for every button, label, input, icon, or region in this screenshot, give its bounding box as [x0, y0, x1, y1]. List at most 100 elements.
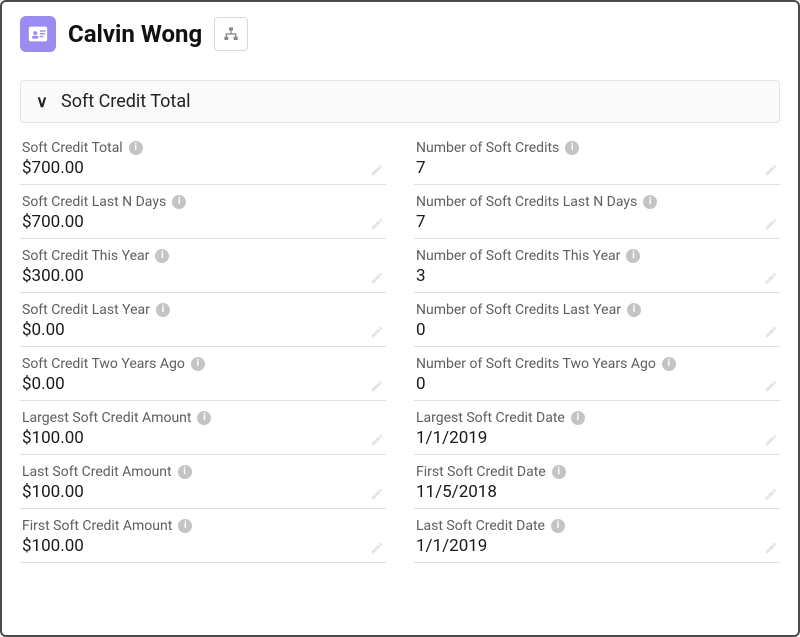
- detail-field: Number of Soft Credits Two Years Ago i 0: [414, 347, 780, 401]
- field-label: First Soft Credit Date: [416, 464, 546, 480]
- field-label-row: Last Soft Credit Datei: [416, 518, 778, 534]
- info-icon[interactable]: i: [178, 519, 192, 533]
- field-label: Soft Credit Last Year: [22, 302, 150, 318]
- info-icon[interactable]: i: [565, 141, 579, 155]
- field-label-row: Largest Soft Credit Date i: [416, 410, 778, 426]
- record-name: Calvin Wong: [68, 20, 202, 48]
- field-label: Number of Soft Credits Two Years Ago: [416, 356, 656, 372]
- detail-field: First Soft Credit Datei11/5/2018: [414, 455, 780, 509]
- info-icon[interactable]: i: [662, 357, 676, 371]
- field-value: $0.00: [22, 320, 384, 340]
- detail-field: Number of Soft Credits This Yeari3: [414, 239, 780, 293]
- pencil-icon[interactable]: [370, 486, 384, 500]
- info-icon[interactable]: i: [129, 141, 143, 155]
- hierarchy-button[interactable]: [214, 17, 248, 51]
- pencil-icon[interactable]: [370, 540, 384, 554]
- chevron-down-icon: ∨: [33, 92, 51, 111]
- detail-field: Largest Soft Credit Date i 1/1/2019: [414, 401, 780, 455]
- left-column: Soft Credit Totali$700.00Soft Credit Las…: [20, 131, 386, 563]
- field-value: $700.00: [22, 158, 384, 178]
- field-value: $0.00: [22, 374, 384, 394]
- field-label-row: Last Soft Credit Amount i: [22, 464, 384, 480]
- field-label: Soft Credit This Year: [22, 248, 149, 264]
- field-label: First Soft Credit Amount: [22, 518, 172, 534]
- info-icon[interactable]: i: [197, 411, 211, 425]
- field-label-row: Largest Soft Credit Amount i: [22, 410, 384, 426]
- detail-field: Number of Soft Credits Last N Daysi7: [414, 185, 780, 239]
- field-label: Number of Soft Credits This Year: [416, 248, 620, 264]
- info-icon[interactable]: i: [551, 519, 565, 533]
- record-header: Calvin Wong: [2, 2, 798, 62]
- field-grid: Soft Credit Totali$700.00Soft Credit Las…: [2, 123, 798, 563]
- pencil-icon[interactable]: [370, 270, 384, 284]
- field-label-row: Soft Credit Total i: [22, 140, 384, 156]
- pencil-icon[interactable]: [764, 540, 778, 554]
- field-label-row: Soft Credit Last Year i: [22, 302, 384, 318]
- info-icon[interactable]: i: [552, 465, 566, 479]
- field-label-row: Number of Soft Credits Last N Days i: [416, 194, 778, 210]
- contact-icon: [20, 16, 56, 52]
- field-label: Last Soft Credit Amount: [22, 464, 172, 480]
- field-value: 7: [416, 158, 778, 178]
- pencil-icon[interactable]: [764, 324, 778, 338]
- field-label-row: First Soft Credit Date i: [416, 464, 778, 480]
- info-icon[interactable]: i: [643, 195, 657, 209]
- detail-field: Soft Credit This Yeari$300.00: [20, 239, 386, 293]
- field-label-row: Soft Credit Last N Days i: [22, 194, 384, 210]
- section-title: Soft Credit Total: [61, 91, 190, 112]
- field-label: Number of Soft Credits Last N Days: [416, 194, 637, 210]
- section-header[interactable]: ∨ Soft Credit Total: [20, 80, 780, 123]
- info-icon[interactable]: i: [571, 411, 585, 425]
- field-value: $700.00: [22, 212, 384, 232]
- info-icon[interactable]: i: [155, 249, 169, 263]
- field-label-row: Number of Soft Credits This Year i: [416, 248, 778, 264]
- detail-field: Soft Credit Two Years Ago i $0.00: [20, 347, 386, 401]
- pencil-icon[interactable]: [764, 270, 778, 284]
- field-value: 1/1/2019: [416, 428, 778, 448]
- field-label: Soft Credit Two Years Ago: [22, 356, 185, 372]
- field-label: Number of Soft Credits Last Year: [416, 302, 621, 318]
- pencil-icon[interactable]: [764, 216, 778, 230]
- info-icon[interactable]: i: [626, 249, 640, 263]
- detail-field: Number of Soft Credits Last Year i 0: [414, 293, 780, 347]
- info-icon[interactable]: i: [156, 303, 170, 317]
- field-label: Largest Soft Credit Amount: [22, 410, 191, 426]
- pencil-icon[interactable]: [764, 486, 778, 500]
- pencil-icon[interactable]: [370, 162, 384, 176]
- field-label-row: Number of Soft Credits Last Year i: [416, 302, 778, 318]
- field-label-row: Soft Credit Two Years Ago i: [22, 356, 384, 372]
- record-detail-panel: Calvin Wong ∨ Soft Credit Total Soft Cre…: [0, 0, 800, 637]
- info-icon[interactable]: i: [178, 465, 192, 479]
- field-label: Soft Credit Last N Days: [22, 194, 166, 210]
- detail-field: Last Soft Credit Datei 1/1/2019: [414, 509, 780, 563]
- pencil-icon[interactable]: [764, 162, 778, 176]
- field-label-row: Number of Soft Credits i: [416, 140, 778, 156]
- right-column: Number of Soft Credits i 7 Number of Soft C…: [414, 131, 780, 563]
- field-value: 0: [416, 320, 778, 340]
- detail-field: Soft Credit Last N Days i $700.00: [20, 185, 386, 239]
- field-value: $100.00: [22, 428, 384, 448]
- info-icon[interactable]: i: [191, 357, 205, 371]
- field-label-row: Number of Soft Credits Two Years Ago i: [416, 356, 778, 372]
- field-label: Number of Soft Credits: [416, 140, 559, 156]
- field-label-row: Soft Credit This Year i: [22, 248, 384, 264]
- info-icon[interactable]: i: [627, 303, 641, 317]
- field-label-row: First Soft Credit Amount i: [22, 518, 384, 534]
- pencil-icon[interactable]: [370, 378, 384, 392]
- pencil-icon[interactable]: [764, 432, 778, 446]
- pencil-icon[interactable]: [370, 432, 384, 446]
- pencil-icon[interactable]: [764, 378, 778, 392]
- field-value: $100.00: [22, 536, 384, 556]
- detail-field: Soft Credit Last Year i $0.00: [20, 293, 386, 347]
- field-value: 0: [416, 374, 778, 394]
- detail-field: First Soft Credit Amount i $100.00: [20, 509, 386, 563]
- detail-field: Largest Soft Credit Amount i $100.00: [20, 401, 386, 455]
- field-label: Largest Soft Credit Date: [416, 410, 565, 426]
- detail-field: Last Soft Credit Amounti$100.00: [20, 455, 386, 509]
- field-value: 1/1/2019: [416, 536, 778, 556]
- hierarchy-icon: [223, 26, 239, 42]
- pencil-icon[interactable]: [370, 324, 384, 338]
- field-label: Soft Credit Total: [22, 140, 123, 156]
- pencil-icon[interactable]: [370, 216, 384, 230]
- info-icon[interactable]: i: [172, 195, 186, 209]
